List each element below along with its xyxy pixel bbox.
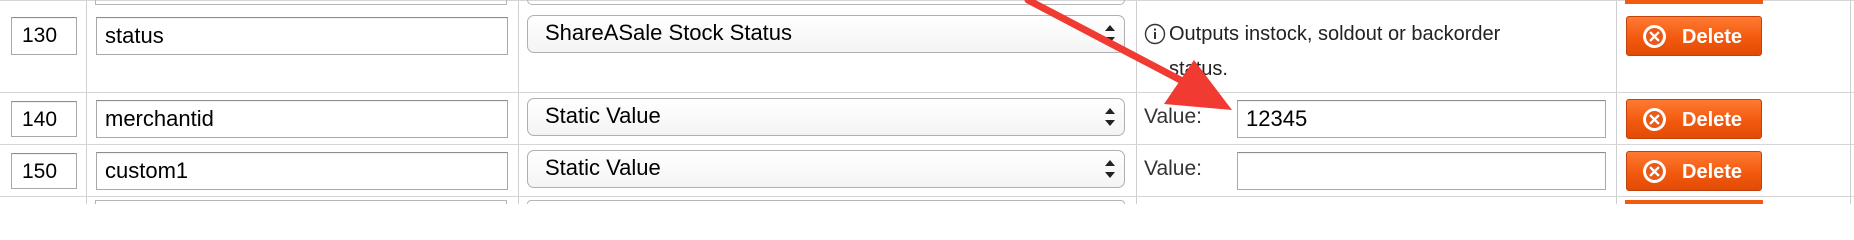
red-arrow-icon bbox=[1024, 0, 1232, 110]
